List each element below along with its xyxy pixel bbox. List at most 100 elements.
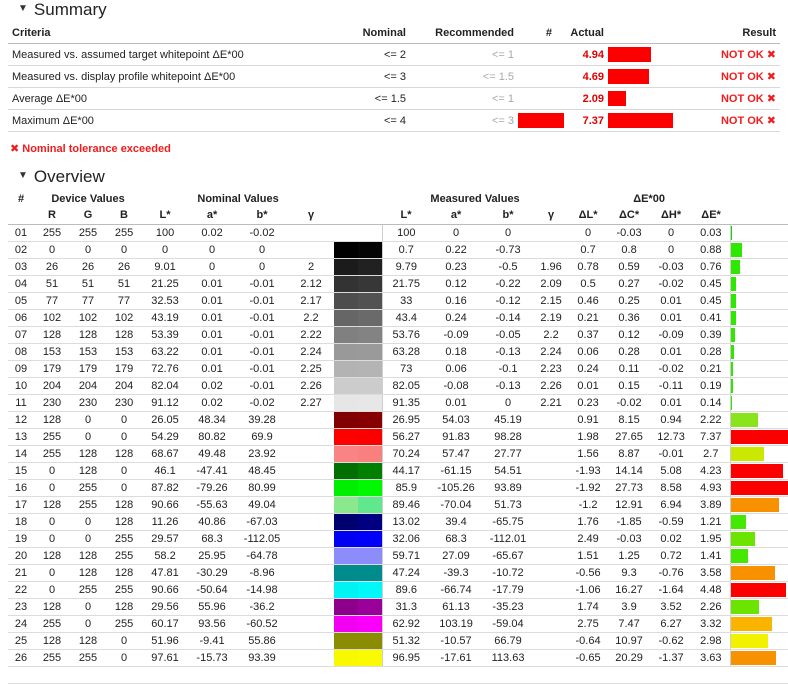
overview-subheader-blank (8, 208, 34, 225)
overview-cell-delta-H: 6.94 (650, 496, 693, 514)
overview-cell-measured-L: 85.9 (381, 479, 431, 497)
overview-cell-nominal-b: 80.99 (236, 479, 289, 497)
overview-cell-nominal-gamma (288, 479, 335, 497)
triangle-down-icon[interactable]: ▼ (18, 171, 28, 181)
overview-cell-index: 01 (8, 224, 34, 242)
swatch-measured-half (357, 650, 382, 666)
summary-cell-actual: 2.09 (556, 87, 608, 110)
overview-cell-delta-C: 0.28 (608, 343, 651, 361)
overview-group-header (730, 191, 788, 208)
summary-section-header[interactable]: ▼ Summary (8, 0, 780, 20)
overview-cell-measured-L: 56.27 (381, 428, 431, 446)
overview-cell-r: 128 (34, 411, 70, 429)
overview-cell-nominal-b: -64.78 (236, 547, 289, 565)
overview-cell-delta-H: 0.94 (650, 411, 693, 429)
delta-e-bar (731, 498, 780, 512)
overview-cell-nominal-b: 55.86 (236, 632, 289, 650)
summary-col-actual: Actual (556, 24, 608, 44)
overview-cell-nominal-gamma: 2 (288, 258, 335, 276)
overview-cell-nominal-a: 0 (188, 241, 237, 259)
overview-cell-delta-C: 0.27 (608, 275, 651, 293)
swatch-nominal-half (334, 565, 358, 581)
overview-cell-nominal-gamma (288, 649, 335, 667)
overview-cell-index: 21 (8, 564, 34, 582)
delta-e-bar-cell (729, 411, 788, 429)
overview-cell-measured-L: 63.28 (381, 343, 431, 361)
overview-cell-nominal-gamma (288, 513, 335, 531)
swatch-nominal-half (334, 480, 358, 496)
overview-cell-measured-b: 45.19 (482, 411, 535, 429)
color-swatch (334, 258, 383, 276)
delta-e-bar-cell (729, 496, 788, 514)
overview-cell-delta-H: -0.02 (650, 360, 693, 378)
overview-cell-nominal-b: -0.01 (236, 309, 289, 327)
summary-count-bar (518, 113, 564, 128)
overview-cell-measured-b: -59.04 (482, 615, 535, 633)
overview-subheader-a*: a* (430, 208, 483, 225)
overview-cell-nominal-b: -0.01 (236, 377, 289, 395)
color-swatch (334, 411, 383, 429)
overview-cell-delta-E: 0.03 (692, 224, 731, 242)
overview-cell-index: 04 (8, 275, 34, 293)
overview-cell-b: 77 (106, 292, 143, 310)
overview-cell-delta-H: 5.08 (650, 462, 693, 480)
overview-cell-r: 255 (34, 445, 70, 463)
overview-cell-delta-H: -1.37 (650, 649, 693, 667)
overview-cell-delta-H: 0.01 (650, 394, 693, 412)
overview-cell-measured-a: 39.4 (430, 513, 483, 531)
overview-group-header (334, 191, 382, 208)
overview-cell-delta-E: 3.89 (692, 496, 731, 514)
overview-cell-delta-C: 14.14 (608, 462, 651, 480)
summary-row: Measured vs. assumed target whitepoint Δ… (8, 43, 780, 66)
overview-cell-measured-L: 26.95 (381, 411, 431, 429)
overview-cell-measured-L: 59.71 (381, 547, 431, 565)
table-row: 20 128 128 255 58.2 25.95 -64.78 59.71 27.09 -65.… (8, 547, 788, 565)
overview-cell-measured-b: -0.13 (482, 377, 535, 395)
overview-cell-nominal-L: 21.25 (142, 275, 189, 293)
overview-cell-nominal-b: -112.05 (236, 530, 289, 548)
summary-body: Measured vs. assumed target whitepoint Δ… (8, 43, 780, 132)
table-row: 03 26 26 26 9.01 0 0 2 9.79 0.23 -0.5 1.96 0.78 0.59-… (8, 258, 788, 276)
overview-cell-measured-b: 27.77 (482, 445, 535, 463)
overview-cell-index: 03 (8, 258, 34, 276)
overview-cell-delta-L: 0.01 (568, 377, 609, 395)
overview-cell-g: 77 (70, 292, 106, 310)
delta-e-bar (731, 362, 734, 376)
overview-cell-delta-H: -0.01 (650, 445, 693, 463)
swatch-nominal-half (334, 497, 358, 513)
overview-cell-measured-L: 44.17 (381, 462, 431, 480)
overview-cell-delta-L: 0.46 (568, 292, 609, 310)
summary-cell-result: NOT OK ✖ (690, 109, 780, 132)
overview-cell-nominal-L: 29.57 (142, 530, 189, 548)
overview-section-header[interactable]: ▼ Overview (8, 167, 780, 187)
summary-cell-bar (608, 87, 690, 110)
overview-cell-measured-L: 62.92 (381, 615, 431, 633)
overview-cell-g: 255 (70, 496, 106, 514)
overview-subheader-b*: b* (482, 208, 535, 225)
overview-cell-measured-L: 21.75 (381, 275, 431, 293)
overview-cell-measured-L: 47.24 (381, 564, 431, 582)
triangle-down-icon[interactable]: ▼ (18, 4, 28, 14)
overview-cell-delta-E: 0.45 (692, 275, 731, 293)
overview-cell-measured-gamma (534, 496, 569, 514)
overview-cell-g: 255 (70, 479, 106, 497)
overview-cell-delta-H: -0.09 (650, 326, 693, 344)
overview-cell-delta-H: -1.64 (650, 581, 693, 599)
table-row: 16 0 255 0 87.82 -79.26 80.99 85.9 -105.26 93.89-… (8, 479, 788, 497)
overview-cell-g: 128 (70, 445, 106, 463)
overview-cell-nominal-gamma (288, 445, 335, 463)
overview-cell-measured-L: 70.24 (381, 445, 431, 463)
delta-e-bar (731, 396, 733, 410)
overview-cell-measured-L: 51.32 (381, 632, 431, 650)
overview-cell-nominal-L: 0 (142, 241, 189, 259)
overview-cell-index: 17 (8, 496, 34, 514)
overview-cell-delta-E: 2.7 (692, 445, 731, 463)
color-swatch (334, 377, 383, 395)
overview-cell-index: 15 (8, 462, 34, 480)
overview-cell-g: 0 (70, 241, 106, 259)
overview-subheader-γ: γ (288, 208, 335, 225)
overview-cell-delta-C: 16.27 (608, 581, 651, 599)
overview-subheader-R: R (34, 208, 70, 225)
delta-e-bar-cell (729, 513, 788, 531)
overview-cell-g: 255 (70, 581, 106, 599)
